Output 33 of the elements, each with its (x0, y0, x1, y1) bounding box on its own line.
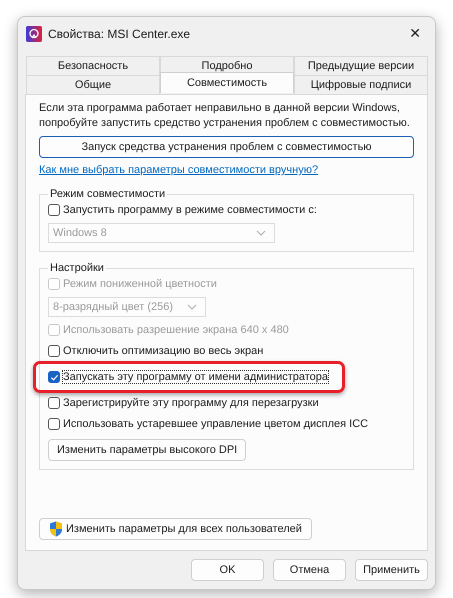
tab[interactable]: Безопасность (26, 56, 160, 75)
close-button[interactable]: ✕ (403, 25, 427, 42)
dpi-settings-button[interactable]: Изменить параметры высокого DPI (48, 439, 246, 461)
group-title: Настройки (49, 262, 105, 274)
checkbox-label: Отключить оптимизацию во весь экран (63, 345, 264, 357)
group-title: Режим совместимости (49, 188, 166, 200)
checkbox-label: Использовать устаревшее управление цветом дисплея ICC (63, 418, 368, 430)
dialog-button[interactable]: Применить (355, 559, 428, 581)
checkbox[interactable] (48, 397, 60, 409)
checkbox[interactable] (48, 418, 60, 430)
checkbox-label: Запустить программу в режиме совместимости с: (63, 204, 317, 216)
dialog-button[interactable]: Отмена (273, 559, 346, 581)
help-link[interactable]: Как мне выбрать параметры совместимости вручную? (39, 164, 318, 176)
checkbox[interactable] (48, 204, 60, 216)
tab[interactable]: Совместимость (160, 72, 294, 93)
tab[interactable]: Общие (26, 75, 160, 94)
window-title: Свойства: MSI Center.exe (48, 26, 192, 40)
shield-icon (49, 521, 63, 537)
tab[interactable]: Цифровые подписи (294, 75, 428, 94)
app-icon (26, 26, 42, 42)
dialog-button[interactable]: OK (191, 559, 264, 581)
checkbox-label: Использовать разрешение экрана 640 x 480 (63, 324, 289, 336)
chevron-down-icon (256, 230, 266, 236)
all-users-button[interactable]: Изменить параметры для всех пользователей (39, 518, 312, 540)
checkbox-label: Зарегистрируйте эту программу для перезагрузки (63, 397, 319, 409)
chevron-down-icon (187, 304, 198, 310)
tab[interactable]: Предыдущие версии (294, 56, 428, 75)
checkbox[interactable] (48, 345, 60, 357)
troubleshooter-button[interactable]: Запуск средства устранения проблем с совместимостью (39, 136, 414, 158)
checkbox[interactable] (48, 371, 60, 383)
intro-text: Если эта программа работает неправильно в данной версии Windows, попробуйте запустить средство устранения проблем с совместимостью. (39, 101, 411, 131)
checkbox-label: Запускать эту программу от имени администратора (63, 371, 328, 383)
checkbox-label: Режим пониженной цветности (63, 278, 217, 290)
